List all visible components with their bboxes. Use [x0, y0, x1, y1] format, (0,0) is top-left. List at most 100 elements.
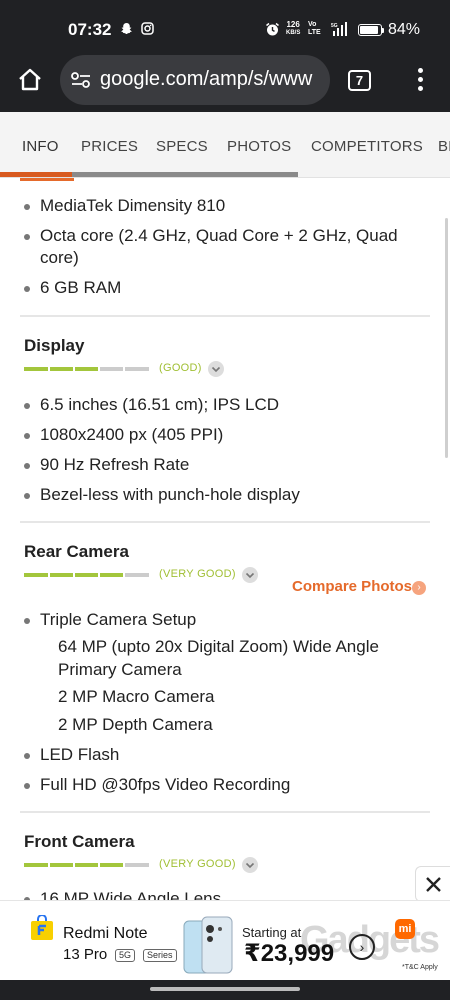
- mi-logo-icon: mi: [395, 919, 415, 939]
- arrow-right-icon[interactable]: ›: [349, 934, 375, 960]
- volte-indicator: Vo LTE: [308, 21, 321, 37]
- overflow-menu-button[interactable]: [410, 66, 430, 94]
- sub-list-item-continued: Primary Camera: [58, 660, 182, 679]
- rear-camera-rating: (VERY GOOD): [24, 567, 284, 584]
- rating-bar: [24, 367, 149, 371]
- rating-bar-segment: [123, 863, 125, 867]
- address-bar[interactable]: google.com/amp/s/www: [60, 55, 330, 105]
- gesture-nav-bar: [0, 980, 450, 1000]
- rating-bar-segment: [48, 863, 50, 867]
- ad-badge-series: Series: [143, 949, 177, 962]
- snapchat-icon: [120, 22, 133, 38]
- rating-label: (VERY GOOD): [159, 568, 236, 580]
- rating-label: (VERY GOOD): [159, 858, 236, 870]
- spec-content: MediaTek Dimensity 810 Octa core (2.4 GH…: [0, 178, 450, 900]
- phone-image: [180, 915, 238, 975]
- section-title-display: Display: [24, 336, 85, 355]
- list-item: Bezel-less with punch-hole display: [24, 484, 300, 506]
- svg-text:5G: 5G: [331, 23, 338, 29]
- ad-badge-5g: 5G: [115, 949, 136, 962]
- signal-icon: 5G: [331, 22, 347, 36]
- tab-more[interactable]: BE: [438, 138, 450, 155]
- url-text[interactable]: google.com/amp/s/www: [100, 68, 322, 91]
- list-item: LED Flash: [24, 744, 119, 766]
- rating-label: (GOOD): [159, 362, 202, 374]
- list-item: 16 MP Wide Angle Lens: [24, 888, 221, 900]
- battery-icon: [358, 24, 382, 36]
- browser-toolbar: google.com/amp/s/www 7: [0, 50, 450, 112]
- section-divider: [20, 811, 430, 813]
- home-button[interactable]: [16, 66, 44, 94]
- rating-bar-segment: [123, 367, 125, 371]
- site-settings-icon[interactable]: [70, 70, 92, 90]
- instagram-icon: [141, 22, 154, 38]
- rating-bar-segment: [98, 863, 100, 867]
- section-tabs: INFO PRICES SPECS PHOTOS COMPETITORS BE: [0, 112, 450, 178]
- section-divider: [20, 521, 430, 523]
- ad-model-line2: 13 Pro: [63, 946, 108, 963]
- front-camera-rating: (VERY GOOD): [24, 857, 284, 874]
- ad-terms: *T&C Apply: [402, 964, 438, 971]
- chevron-down-icon[interactable]: [208, 361, 224, 377]
- list-item: 6 GB RAM: [24, 277, 121, 299]
- rating-bar: [24, 573, 149, 577]
- network-speed-value: 126: [286, 20, 300, 29]
- chevron-right-icon[interactable]: ›: [412, 581, 426, 595]
- rating-bar-segment: [73, 863, 75, 867]
- tab-active-indicator: [0, 172, 72, 177]
- battery-fill: [360, 26, 379, 34]
- rating-bar-segment: [48, 573, 50, 577]
- tab-scroll-indicator: [0, 172, 298, 177]
- chevron-down-icon[interactable]: [242, 567, 258, 583]
- status-bar: 07:32 126 KB/S Vo LTE 5G 84%: [0, 0, 450, 50]
- sub-list-item: 2 MP Depth Camera: [58, 715, 213, 734]
- rating-bar-segment: [98, 367, 100, 371]
- close-icon: [426, 877, 441, 892]
- network-speed-unit: KB/S: [286, 30, 301, 36]
- list-item: Octa core (2.4 GHz, Quad Core + 2 GHz, Q…: [24, 225, 398, 247]
- sub-list-item: 2 MP Macro Camera: [58, 687, 215, 706]
- list-item: 90 Hz Refresh Rate: [24, 454, 189, 476]
- section-title-rear-camera: Rear Camera: [24, 542, 129, 561]
- tab-prices[interactable]: PRICES: [81, 138, 138, 155]
- network-speed: 126 KB/S: [286, 21, 300, 37]
- menu-dot: [418, 68, 423, 73]
- ad-starting-at: Starting at: [242, 925, 302, 940]
- chevron-down-icon[interactable]: [242, 857, 258, 873]
- rating-bar-fill: [24, 367, 99, 371]
- battery-percent: 84%: [388, 21, 421, 38]
- list-item: Triple Camera Setup: [24, 609, 196, 631]
- compare-photos-link[interactable]: Compare Photos: [292, 578, 412, 595]
- tab-info[interactable]: INFO: [22, 138, 59, 155]
- section-title-front-camera: Front Camera: [24, 832, 135, 851]
- home-icon: [19, 68, 41, 91]
- list-item-continued: core): [40, 248, 79, 267]
- volte-top: Vo: [308, 21, 317, 28]
- tab-competitors[interactable]: COMPETITORS: [311, 138, 423, 155]
- ad-banner[interactable]: Redmi Note 13 Pro 5G Series Gadgets Star…: [0, 900, 450, 980]
- close-ad-button[interactable]: [415, 866, 450, 902]
- alarm-icon: [265, 22, 280, 40]
- scrollbar[interactable]: [445, 218, 448, 458]
- rating-bar-segment: [73, 367, 75, 371]
- sub-list-item: 64 MP (upto 20x Digital Zoom) Wide Angle: [58, 637, 379, 656]
- menu-dot: [418, 86, 423, 91]
- flipkart-logo-icon: [30, 914, 54, 941]
- tab-photos[interactable]: PHOTOS: [227, 138, 291, 155]
- list-item: 6.5 inches (16.51 cm); IPS LCD: [24, 394, 279, 416]
- list-item: MediaTek Dimensity 810: [24, 195, 225, 217]
- rating-bar-segment: [73, 573, 75, 577]
- status-time: 07:32: [68, 20, 112, 39]
- list-item: 1080x2400 px (405 PPI): [24, 424, 223, 446]
- ad-price: ₹23,999: [244, 940, 335, 967]
- rating-bar-segment: [48, 367, 50, 371]
- volte-bottom: LTE: [308, 29, 321, 36]
- rating-bar-segment: [98, 573, 100, 577]
- tab-switcher-button[interactable]: 7: [348, 70, 371, 91]
- home-gesture-pill[interactable]: [150, 987, 300, 991]
- tab-specs[interactable]: SPECS: [156, 138, 208, 155]
- section-accent-line: [20, 178, 74, 181]
- menu-dot: [418, 77, 423, 82]
- list-item: Full HD @30fps Video Recording: [24, 774, 290, 796]
- ad-model-line1: Redmi Note: [63, 925, 148, 942]
